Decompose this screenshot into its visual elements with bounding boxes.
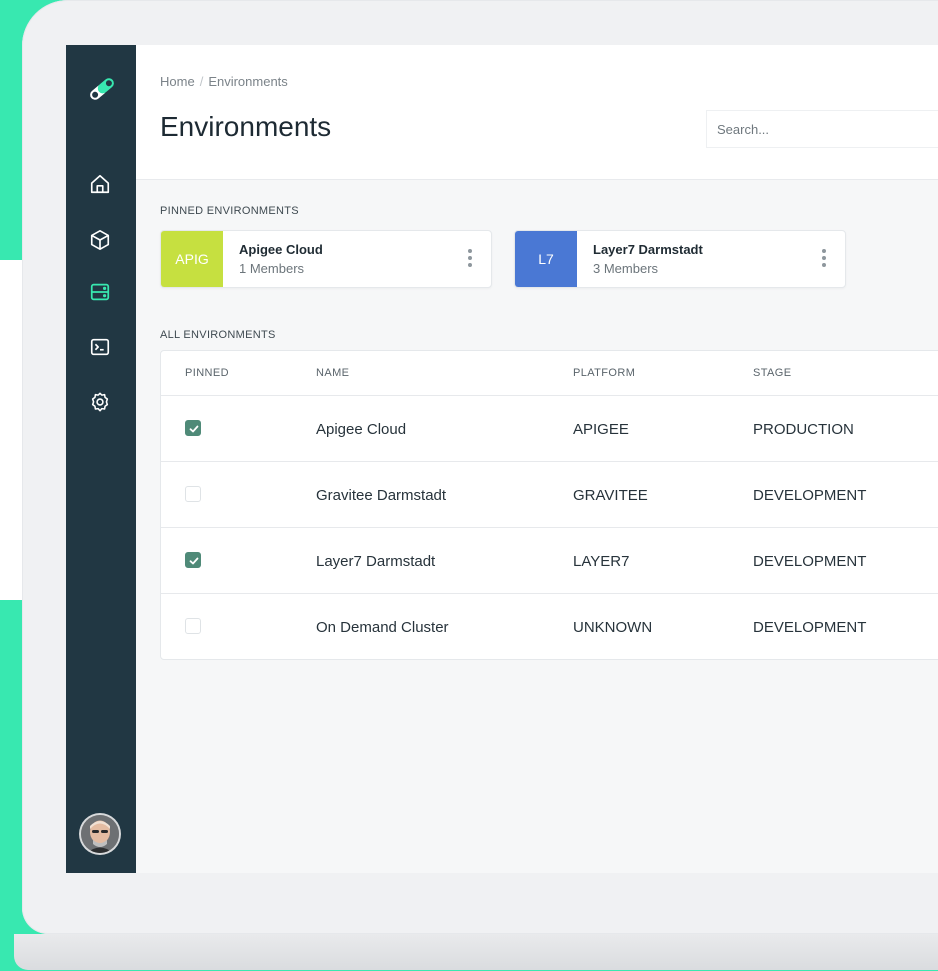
home-icon[interactable]	[89, 173, 113, 197]
pinned-section-label: PINNED ENVIRONMENTS	[160, 205, 299, 217]
logo-icon[interactable]	[85, 75, 119, 103]
breadcrumb-current: Environments	[208, 74, 288, 89]
row-stage: DEVELOPMENT	[753, 553, 867, 570]
table-row[interactable]: Gravitee Darmstadt GRAVITEE DEVELOPMENT	[161, 462, 938, 528]
column-header-pinned[interactable]: PINNED	[185, 367, 229, 379]
more-options-icon[interactable]	[821, 249, 827, 269]
all-section-label: ALL ENVIRONMENTS	[160, 329, 276, 341]
pinned-checkbox[interactable]	[185, 420, 201, 436]
pinned-card-badge: L7	[515, 231, 577, 287]
search-input[interactable]	[706, 110, 938, 148]
page-header: Home / Environments Environments	[136, 45, 938, 180]
cube-icon[interactable]	[89, 229, 113, 253]
row-platform: GRAVITEE	[573, 487, 648, 504]
breadcrumb-home[interactable]: Home	[160, 74, 195, 89]
row-name: Apigee Cloud	[316, 421, 407, 438]
row-stage: DEVELOPMENT	[753, 487, 867, 504]
settings-icon[interactable]	[89, 391, 113, 415]
pinned-checkbox[interactable]	[185, 618, 201, 634]
pinned-card-name: Layer7 Darmstadt	[593, 242, 703, 257]
pinned-card[interactable]: APIG Apigee Cloud 1 Members	[160, 230, 492, 288]
sidebar	[66, 45, 136, 873]
pinned-card-members: 3 Members	[593, 261, 659, 276]
environments-table: PINNED NAME PLATFORM STAGE Apigee Cloud …	[160, 350, 938, 660]
pinned-card-members: 1 Members	[239, 261, 305, 276]
table-row[interactable]: On Demand Cluster UNKNOWN DEVELOPMENT	[161, 594, 938, 659]
pinned-card[interactable]: L7 Layer7 Darmstadt 3 Members	[514, 230, 846, 288]
avatar[interactable]	[81, 815, 119, 853]
table-row[interactable]: Apigee Cloud APIGEE PRODUCTION	[161, 396, 938, 462]
column-header-platform[interactable]: PLATFORM	[573, 367, 635, 379]
server-icon[interactable]	[89, 281, 113, 305]
more-options-icon[interactable]	[467, 249, 473, 269]
table-row[interactable]: Layer7 Darmstadt LAYER7 DEVELOPMENT	[161, 528, 938, 594]
app-screen: Home / Environments Environments PINNED EN…	[66, 45, 938, 873]
table-header: PINNED NAME PLATFORM STAGE	[161, 351, 938, 396]
row-name: On Demand Cluster	[316, 619, 449, 636]
page-title: Environments	[160, 111, 332, 142]
row-name: Layer7 Darmstadt	[316, 553, 436, 570]
breadcrumb: Home / Environments	[160, 74, 288, 89]
row-stage: DEVELOPMENT	[753, 619, 867, 636]
pinned-checkbox[interactable]	[185, 486, 201, 502]
pinned-card-badge: APIG	[161, 231, 223, 287]
breadcrumb-separator: /	[199, 74, 204, 89]
terminal-icon[interactable]	[89, 336, 113, 360]
column-header-name[interactable]: NAME	[316, 367, 349, 379]
row-platform: UNKNOWN	[573, 619, 653, 636]
row-platform: LAYER7	[573, 553, 630, 570]
main-content: Home / Environments Environments PINNED EN…	[136, 45, 938, 873]
laptop-base	[14, 934, 938, 970]
pinned-card-name: Apigee Cloud	[239, 242, 323, 257]
pinned-checkbox[interactable]	[185, 552, 201, 568]
column-header-stage[interactable]: STAGE	[753, 367, 791, 379]
row-platform: APIGEE	[573, 421, 629, 438]
row-stage: PRODUCTION	[753, 421, 854, 438]
row-name: Gravitee Darmstadt	[316, 487, 447, 504]
